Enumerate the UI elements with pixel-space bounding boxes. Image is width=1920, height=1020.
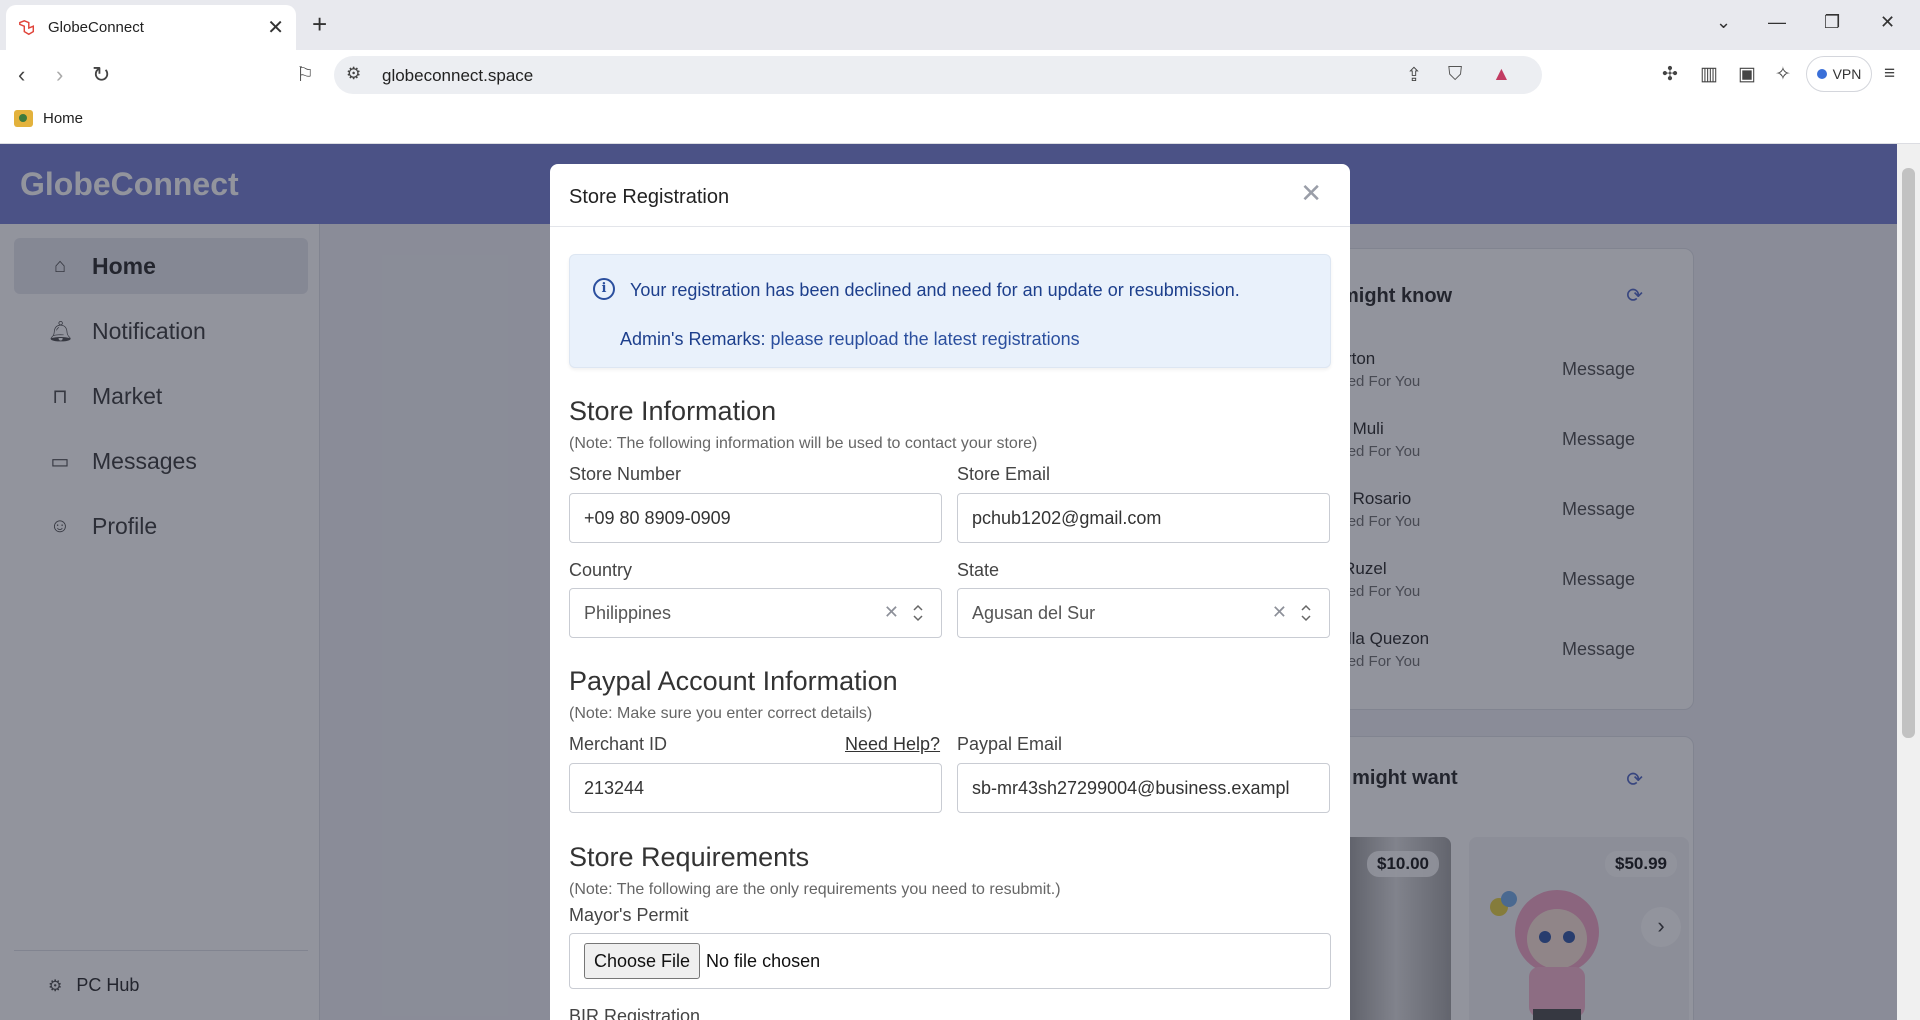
bir-registration-label: BIR Registration bbox=[569, 1006, 701, 1020]
paypal-email-input[interactable]: sb-mr43sh27299004@business.exampl bbox=[957, 763, 1330, 813]
choose-file-button[interactable]: Choose File bbox=[584, 943, 701, 979]
vpn-button[interactable]: VPN bbox=[1806, 56, 1872, 92]
site-settings-icon[interactable]: ⚙ bbox=[346, 64, 361, 84]
modal-title: Store Registration bbox=[569, 186, 730, 208]
store-number-input[interactable]: +09 80 8909-0909 bbox=[569, 493, 942, 543]
bookmark-icon[interactable]: ⚐ bbox=[296, 62, 314, 88]
restore-icon[interactable]: ❐ bbox=[1824, 12, 1840, 33]
select-arrows-icon bbox=[913, 604, 923, 622]
requirements-title: Store Requirements bbox=[569, 842, 810, 872]
requirements-note: (Note: The following are the only requir… bbox=[569, 881, 1061, 898]
vpn-status-icon bbox=[1816, 69, 1827, 79]
paypal-note: (Note: Make sure you enter correct detai… bbox=[569, 705, 873, 722]
close-icon[interactable]: ✕ bbox=[1300, 180, 1322, 206]
vpn-label: VPN bbox=[1832, 66, 1862, 82]
store-email-input[interactable]: pchub1202@gmail.com bbox=[957, 493, 1330, 543]
minimize-icon[interactable]: — bbox=[1768, 12, 1786, 33]
store-email-label: Store Email bbox=[957, 464, 1051, 484]
address-url: globeconnect.space bbox=[382, 66, 534, 85]
sidebar-toggle-icon[interactable]: ▥ bbox=[1700, 63, 1718, 86]
clear-icon[interactable]: ✕ bbox=[1272, 602, 1287, 623]
tab-title: GlobeConnect bbox=[48, 19, 144, 36]
country-value: Philippines bbox=[584, 602, 672, 623]
file-status: No file chosen bbox=[706, 950, 821, 971]
brave-shield-icon[interactable]: ⛉ bbox=[1448, 64, 1462, 86]
mayors-permit-label: Mayor's Permit bbox=[569, 905, 689, 925]
address-bar[interactable]: ⚙ globeconnect.space ⇪ ⛉ ▲ bbox=[334, 56, 1542, 94]
select-arrows-icon bbox=[1301, 604, 1311, 622]
menu-icon[interactable]: ≡ bbox=[1884, 63, 1895, 85]
store-number-label: Store Number bbox=[569, 464, 682, 484]
extensions-icon[interactable]: ✣ bbox=[1662, 63, 1678, 86]
forward-icon[interactable]: › bbox=[56, 62, 63, 88]
bookmark-home[interactable]: Home bbox=[14, 110, 83, 127]
bookmark-folder-icon bbox=[14, 110, 33, 127]
share-icon[interactable]: ⇪ bbox=[1406, 64, 1422, 87]
laravel-logo-icon bbox=[19, 19, 35, 35]
wallet-icon[interactable]: ▣ bbox=[1738, 63, 1756, 86]
back-icon[interactable]: ‹ bbox=[18, 62, 25, 88]
store-registration-modal: Store Registration ✕ i Your registration… bbox=[550, 164, 1350, 1020]
brave-rewards-icon[interactable]: ▲ bbox=[1492, 64, 1511, 86]
mayors-permit-file-input[interactable]: Choose File No file chosen bbox=[569, 933, 1331, 989]
admin-remarks-label: Admin's Remarks: bbox=[620, 329, 766, 349]
bookmarks-bar: Home bbox=[0, 100, 1920, 144]
declined-alert: i Your registration has been declined an… bbox=[569, 254, 1331, 368]
browser-tab[interactable]: GlobeConnect ✕ bbox=[6, 5, 296, 50]
paypal-title: Paypal Account Information bbox=[569, 666, 898, 696]
tab-search-chevron-icon[interactable]: ⌄ bbox=[1716, 12, 1731, 33]
window-close-icon[interactable]: ✕ bbox=[1880, 12, 1895, 33]
state-value: Agusan del Sur bbox=[972, 602, 1096, 623]
country-label: Country bbox=[569, 560, 633, 580]
clear-icon[interactable]: ✕ bbox=[884, 602, 899, 623]
merchant-id-label: Merchant ID bbox=[569, 734, 668, 754]
bookmark-home-label: Home bbox=[43, 110, 84, 127]
store-info-note: (Note: The following information will be… bbox=[569, 435, 1038, 452]
leo-ai-icon[interactable]: ✧ bbox=[1775, 63, 1791, 86]
new-tab-icon[interactable]: + bbox=[312, 10, 327, 38]
merchant-id-input[interactable]: 213244 bbox=[569, 763, 942, 813]
page-scrollbar[interactable] bbox=[1897, 144, 1920, 1020]
modal-header: Store Registration ✕ bbox=[550, 164, 1350, 227]
reload-icon[interactable]: ↻ bbox=[92, 62, 110, 88]
state-label: State bbox=[957, 560, 1000, 580]
admin-remarks: Admin's Remarks: please reupload the lat… bbox=[620, 329, 1080, 350]
alert-message: Your registration has been declined and … bbox=[630, 280, 1240, 300]
scrollbar-thumb[interactable] bbox=[1902, 168, 1915, 738]
paypal-email-label: Paypal Email bbox=[957, 734, 1063, 754]
info-icon: i bbox=[593, 278, 615, 300]
browser-tab-bar: GlobeConnect ✕ + ⌄ — ❐ ✕ bbox=[0, 0, 1920, 50]
need-help-link[interactable]: Need Help? bbox=[845, 734, 940, 755]
state-select[interactable]: Agusan del Sur ✕ bbox=[957, 588, 1330, 638]
tab-close-icon[interactable]: ✕ bbox=[267, 18, 284, 38]
store-info-title: Store Information bbox=[569, 396, 777, 426]
admin-remarks-text: please reupload the latest registrations bbox=[765, 329, 1080, 349]
country-select[interactable]: Philippines ✕ bbox=[569, 588, 942, 638]
